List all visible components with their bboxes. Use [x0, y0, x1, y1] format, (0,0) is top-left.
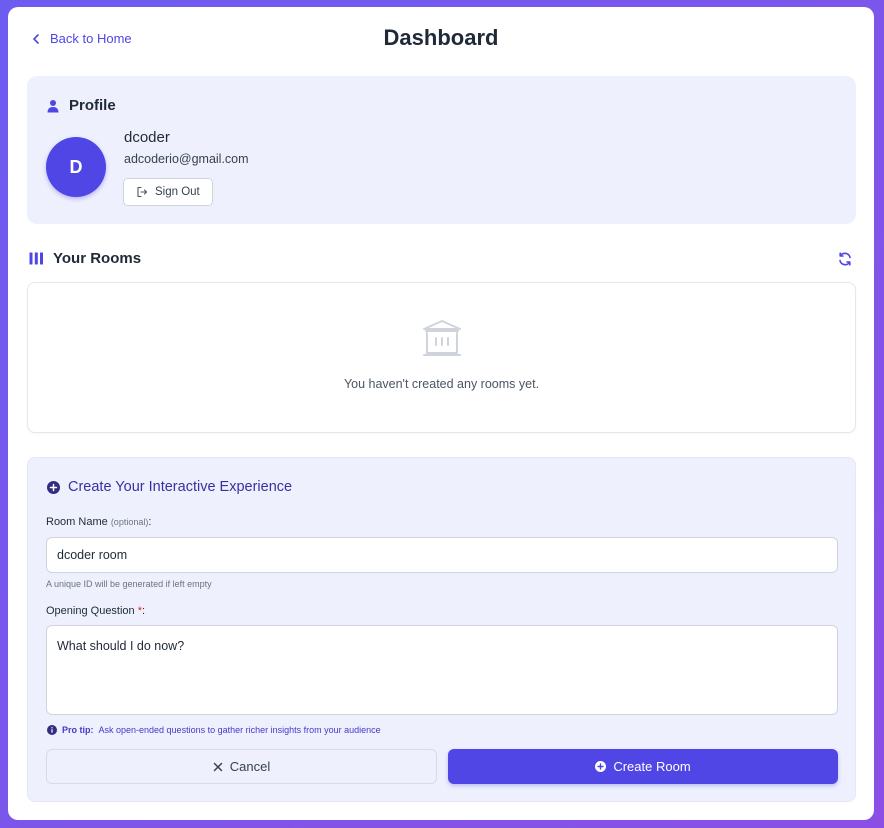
opening-question-textarea[interactable]: What should I do now?	[46, 625, 838, 715]
profile-title: Profile	[69, 97, 116, 114]
building-icon	[423, 320, 461, 356]
sign-out-button[interactable]: Sign Out	[123, 178, 213, 206]
rooms-heading: Your Rooms	[29, 250, 141, 267]
room-name-label: Room Name (optional):	[46, 516, 151, 528]
profile-panel: Profile D dcoder adcoderio@gmail.com Sig…	[27, 76, 856, 224]
question-label: Opening Question *:	[46, 605, 145, 617]
rooms-title: Your Rooms	[53, 250, 142, 267]
username: dcoder	[124, 129, 170, 146]
cancel-button[interactable]: Cancel	[46, 749, 437, 784]
pro-tip-text: Ask open-ended questions to gather riche…	[98, 725, 381, 735]
plus-circle-icon	[595, 761, 607, 772]
refresh-icon[interactable]	[837, 251, 853, 267]
room-name-input[interactable]: dcoder room	[46, 537, 838, 573]
pro-tip-prefix: Pro tip:	[62, 725, 94, 735]
user-icon	[47, 99, 59, 112]
cancel-label: Cancel	[229, 759, 271, 774]
room-name-optional: (optional)	[110, 517, 149, 527]
question-label-text: Opening Question	[46, 605, 135, 617]
profile-heading: Profile	[46, 97, 116, 114]
rooms-empty-state: You haven't created any rooms yet.	[27, 282, 856, 433]
info-icon	[47, 725, 57, 735]
user-email: adcoderio@gmail.com	[124, 152, 249, 166]
create-room-label: Create Room	[613, 759, 691, 774]
create-room-form: Create Your Interactive Experience Room …	[27, 457, 856, 802]
page-title: Dashboard	[383, 25, 499, 50]
columns-icon	[29, 252, 43, 265]
room-name-colon: :	[148, 516, 152, 528]
plus-circle-icon	[47, 480, 60, 494]
create-room-button[interactable]: Create Room	[448, 749, 838, 784]
create-form-heading: Create Your Interactive Experience	[47, 479, 292, 495]
empty-rooms-message: You haven't created any rooms yet.	[343, 377, 540, 391]
room-name-label-text: Room Name	[46, 516, 108, 528]
logout-icon	[137, 186, 148, 198]
question-colon: :	[142, 605, 146, 617]
avatar: D	[46, 137, 106, 197]
dashboard-card: Back to Home Dashboard Profile D dcoder …	[8, 7, 874, 820]
create-form-title: Create Your Interactive Experience	[68, 479, 293, 495]
room-name-hint: A unique ID will be generated if left em…	[46, 579, 212, 589]
close-icon	[213, 762, 223, 771]
pro-tip: Pro tip: Ask open-ended questions to gat…	[47, 725, 381, 735]
sign-out-label: Sign Out	[155, 186, 200, 198]
